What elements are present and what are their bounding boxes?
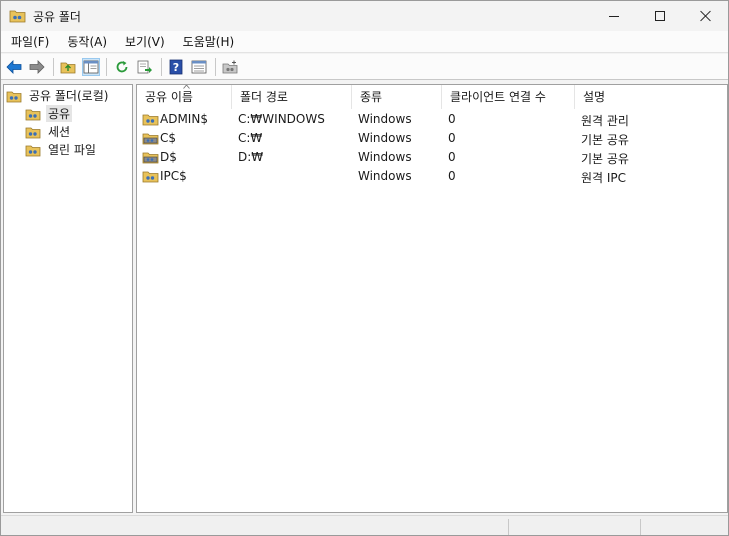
shared-folder-icon xyxy=(142,114,159,126)
back-arrow-icon xyxy=(6,60,22,74)
title-bar[interactable]: 공유 폴더 xyxy=(1,1,728,31)
client-count-cell: 0 xyxy=(448,112,456,126)
column-header-description[interactable]: 설명 xyxy=(575,85,727,109)
client-count-cell: 0 xyxy=(448,169,456,183)
type-cell: Windows xyxy=(358,131,412,145)
sort-ascending-icon xyxy=(183,85,190,89)
minimize-button[interactable] xyxy=(591,1,637,31)
client-count-cell: 0 xyxy=(448,150,456,164)
up-one-level-button[interactable] xyxy=(59,58,77,76)
share-name-cell: ADMIN$ xyxy=(160,112,208,126)
table-row[interactable]: D$ D:₩ Windows 0 기본 공유 xyxy=(137,148,727,167)
forward-button[interactable] xyxy=(28,58,46,76)
tree-item-sessions[interactable]: 세션 xyxy=(25,123,72,140)
tree-root-label: 공유 폴더(로컬) xyxy=(29,89,109,103)
folder-path-cell: C:₩ xyxy=(238,131,263,145)
tree-item-open-files[interactable]: 열린 파일 xyxy=(25,141,98,158)
show-hide-console-tree-button[interactable] xyxy=(82,58,100,76)
maximize-button[interactable] xyxy=(637,1,683,31)
folder-path-cell: C:₩WINDOWS xyxy=(238,112,325,126)
menu-bar: 파일(F) 동작(A) 보기(V) 도움말(H) xyxy=(1,31,728,53)
tree-item-label: 공유 xyxy=(46,105,73,122)
description-cell: 기본 공유 xyxy=(581,133,629,147)
table-row[interactable]: ADMIN$ C:₩WINDOWS Windows 0 원격 관리 xyxy=(137,110,727,129)
drive-share-icon xyxy=(142,152,159,164)
sessions-folder-icon xyxy=(25,127,41,138)
new-share-icon xyxy=(222,60,238,74)
type-cell: Windows xyxy=(358,112,412,126)
tree-item-label: 세션 xyxy=(48,125,71,139)
description-cell: 원격 관리 xyxy=(581,114,629,128)
maximize-icon xyxy=(655,11,665,21)
toolbar-separator xyxy=(53,58,54,76)
tree-item-label: 열린 파일 xyxy=(48,143,96,157)
window-title: 공유 폴더 xyxy=(33,10,81,24)
shared-folder-icon xyxy=(6,91,22,102)
status-bar xyxy=(1,515,728,535)
status-separator xyxy=(640,519,641,535)
up-folder-icon xyxy=(60,62,76,74)
properties-icon xyxy=(191,60,207,74)
help-button[interactable]: ? xyxy=(167,58,185,76)
toolbar: ? xyxy=(1,54,728,80)
shared-folder-app-icon xyxy=(9,10,26,23)
column-header-client-connections[interactable]: 클라이언트 연결 수 xyxy=(442,85,575,109)
refresh-icon xyxy=(116,61,128,73)
menu-help[interactable]: 도움말(H) xyxy=(173,33,243,50)
column-header-folder-path[interactable]: 폴더 경로 xyxy=(232,85,352,109)
type-cell: Windows xyxy=(358,150,412,164)
export-list-button[interactable] xyxy=(136,58,154,76)
table-row[interactable]: C$ C:₩ Windows 0 기본 공유 xyxy=(137,129,727,148)
svg-text:?: ? xyxy=(173,61,179,74)
menu-view[interactable]: 보기(V) xyxy=(115,33,173,50)
column-header-share-name[interactable]: 공유 이름 xyxy=(137,85,232,109)
list-header: 공유 이름 폴더 경로 종류 클라이언트 연결 수 설명 xyxy=(137,85,727,109)
properties-button[interactable] xyxy=(190,58,208,76)
shared-folder-icon xyxy=(142,171,159,183)
new-share-button[interactable] xyxy=(221,58,239,76)
forward-arrow-icon xyxy=(29,60,45,74)
refresh-button[interactable] xyxy=(113,58,131,76)
shares-list-view[interactable]: 공유 이름 폴더 경로 종류 클라이언트 연결 수 설명 ADMIN$ C:₩W… xyxy=(136,84,728,513)
tree-item-shares[interactable]: 공유 xyxy=(25,105,73,122)
description-cell: 기본 공유 xyxy=(581,152,629,166)
folder-path-cell: D:₩ xyxy=(238,150,264,164)
toolbar-separator xyxy=(161,58,162,76)
toolbar-separator xyxy=(215,58,216,76)
toolbar-separator xyxy=(106,58,107,76)
share-name-cell: C$ xyxy=(160,131,177,145)
table-row[interactable]: IPC$ Windows 0 원격 IPC xyxy=(137,167,727,186)
console-tree[interactable]: 공유 폴더(로컬) 공유 세션 열린 파일 xyxy=(3,84,133,513)
column-header-type[interactable]: 종류 xyxy=(352,85,442,109)
export-list-icon xyxy=(137,60,152,74)
share-name-cell: D$ xyxy=(160,150,177,164)
drive-share-icon xyxy=(142,133,159,145)
type-cell: Windows xyxy=(358,169,412,183)
close-icon xyxy=(700,10,712,22)
status-separator xyxy=(508,519,509,535)
close-button[interactable] xyxy=(683,1,728,31)
description-cell: 원격 IPC xyxy=(581,171,627,185)
shares-folder-icon xyxy=(25,109,41,120)
help-icon: ? xyxy=(169,59,183,75)
client-count-cell: 0 xyxy=(448,131,456,145)
open-files-folder-icon xyxy=(25,145,41,156)
share-name-cell: IPC$ xyxy=(160,169,187,183)
shared-folders-window: 공유 폴더 파일(F) 동작(A) 보기(V) 도움말(H) ? 공유 폴더(로… xyxy=(0,0,729,536)
show-hide-tree-icon xyxy=(83,60,99,74)
menu-action[interactable]: 동작(A) xyxy=(57,33,115,50)
back-button[interactable] xyxy=(5,58,23,76)
menu-file[interactable]: 파일(F) xyxy=(1,33,57,50)
minimize-icon xyxy=(609,15,619,17)
tree-root-shared-folders[interactable]: 공유 폴더(로컬) xyxy=(6,87,110,104)
